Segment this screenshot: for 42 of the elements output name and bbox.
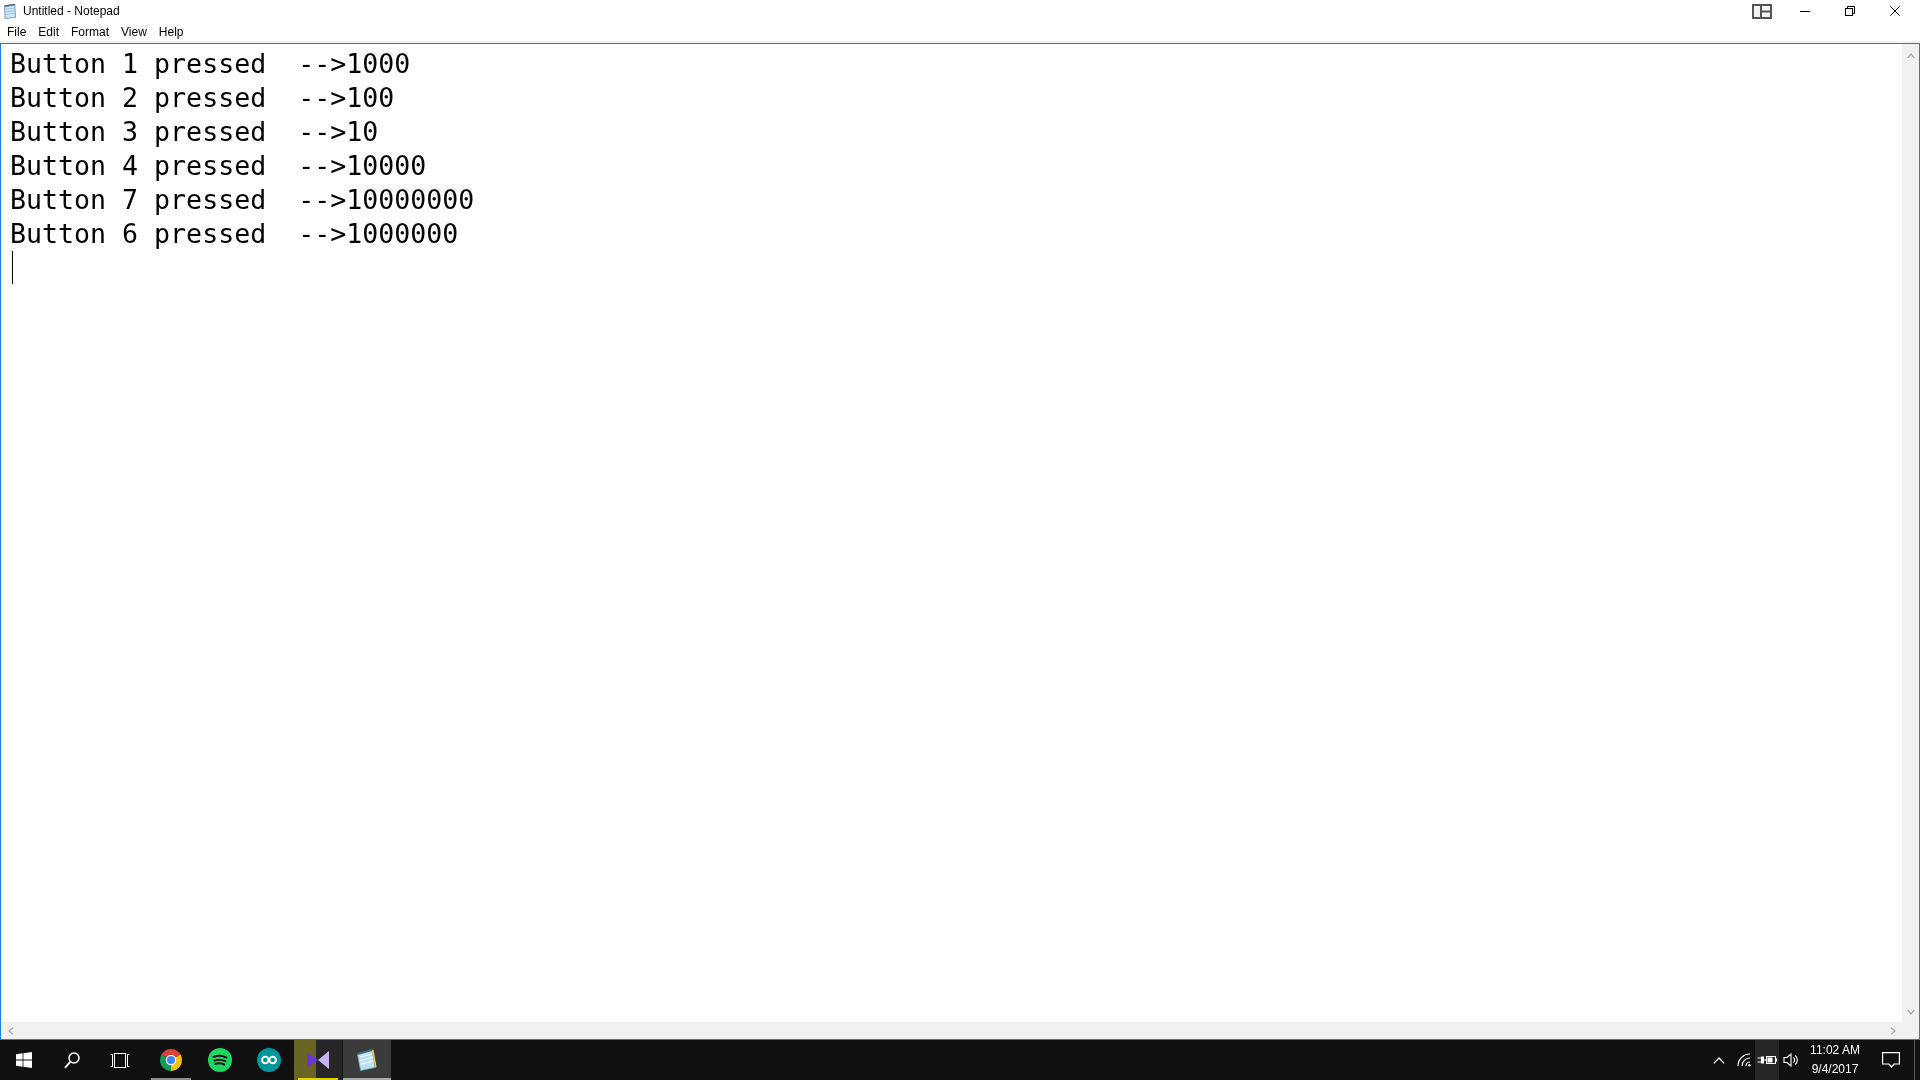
restore-icon xyxy=(1844,6,1855,16)
text-line: Button 2 pressed -->100 xyxy=(10,81,395,115)
search-icon xyxy=(64,1051,80,1069)
visual-studio-icon xyxy=(306,1051,330,1069)
tray-button[interactable] xyxy=(1755,1040,1779,1080)
menu-item[interactable]: Help xyxy=(152,22,190,41)
chevron-up-icon xyxy=(1713,1056,1725,1064)
notepad-icon xyxy=(357,1049,377,1071)
arduino-icon xyxy=(257,1048,281,1072)
left-arrow-icon xyxy=(8,1026,13,1035)
notification-icon xyxy=(1881,1052,1900,1068)
menu-item[interactable]: File xyxy=(1,22,33,41)
minimize-icon xyxy=(1799,10,1810,12)
taskbar-button[interactable] xyxy=(294,1040,342,1080)
clock-time[interactable]: 11:02 AM xyxy=(1810,1041,1860,1060)
chrome-icon xyxy=(159,1048,183,1072)
text-line: Button 1 pressed -->1000 xyxy=(10,47,411,81)
text-line: Button 3 pressed -->10 xyxy=(10,115,379,149)
wifi-icon xyxy=(1735,1053,1751,1067)
text-line: Button 6 pressed -->1000000 xyxy=(10,217,459,251)
menu-item[interactable]: Format xyxy=(65,22,116,41)
vertical-scrollbar[interactable] xyxy=(1902,44,1919,1022)
window-layout-icon xyxy=(1751,3,1772,19)
close-icon xyxy=(1889,6,1900,16)
right-arrow-icon xyxy=(1891,1026,1896,1035)
up-arrow-icon xyxy=(1906,53,1915,58)
menu-item[interactable]: Edit xyxy=(32,22,66,41)
four-panes-icon xyxy=(16,1052,32,1068)
speaker-icon xyxy=(1783,1053,1799,1067)
task-view-icon xyxy=(110,1052,130,1068)
battery-plug-icon xyxy=(1757,1055,1777,1065)
text-cursor xyxy=(12,251,13,284)
horizontal-scrollbar[interactable] xyxy=(1,1022,1902,1039)
taskbar-button[interactable] xyxy=(343,1040,391,1080)
menu-item[interactable]: View xyxy=(115,22,153,41)
spotify-icon xyxy=(208,1048,232,1072)
down-arrow-icon xyxy=(1906,1010,1915,1015)
text-line: Button 7 pressed -->10000000 xyxy=(10,183,475,217)
window-title: Untitled - Notepad xyxy=(23,3,120,19)
clock-date[interactable]: 9/4/2017 xyxy=(1811,1060,1859,1079)
text-line: Button 4 pressed -->10000 xyxy=(10,149,427,183)
notepad-icon xyxy=(4,3,16,19)
